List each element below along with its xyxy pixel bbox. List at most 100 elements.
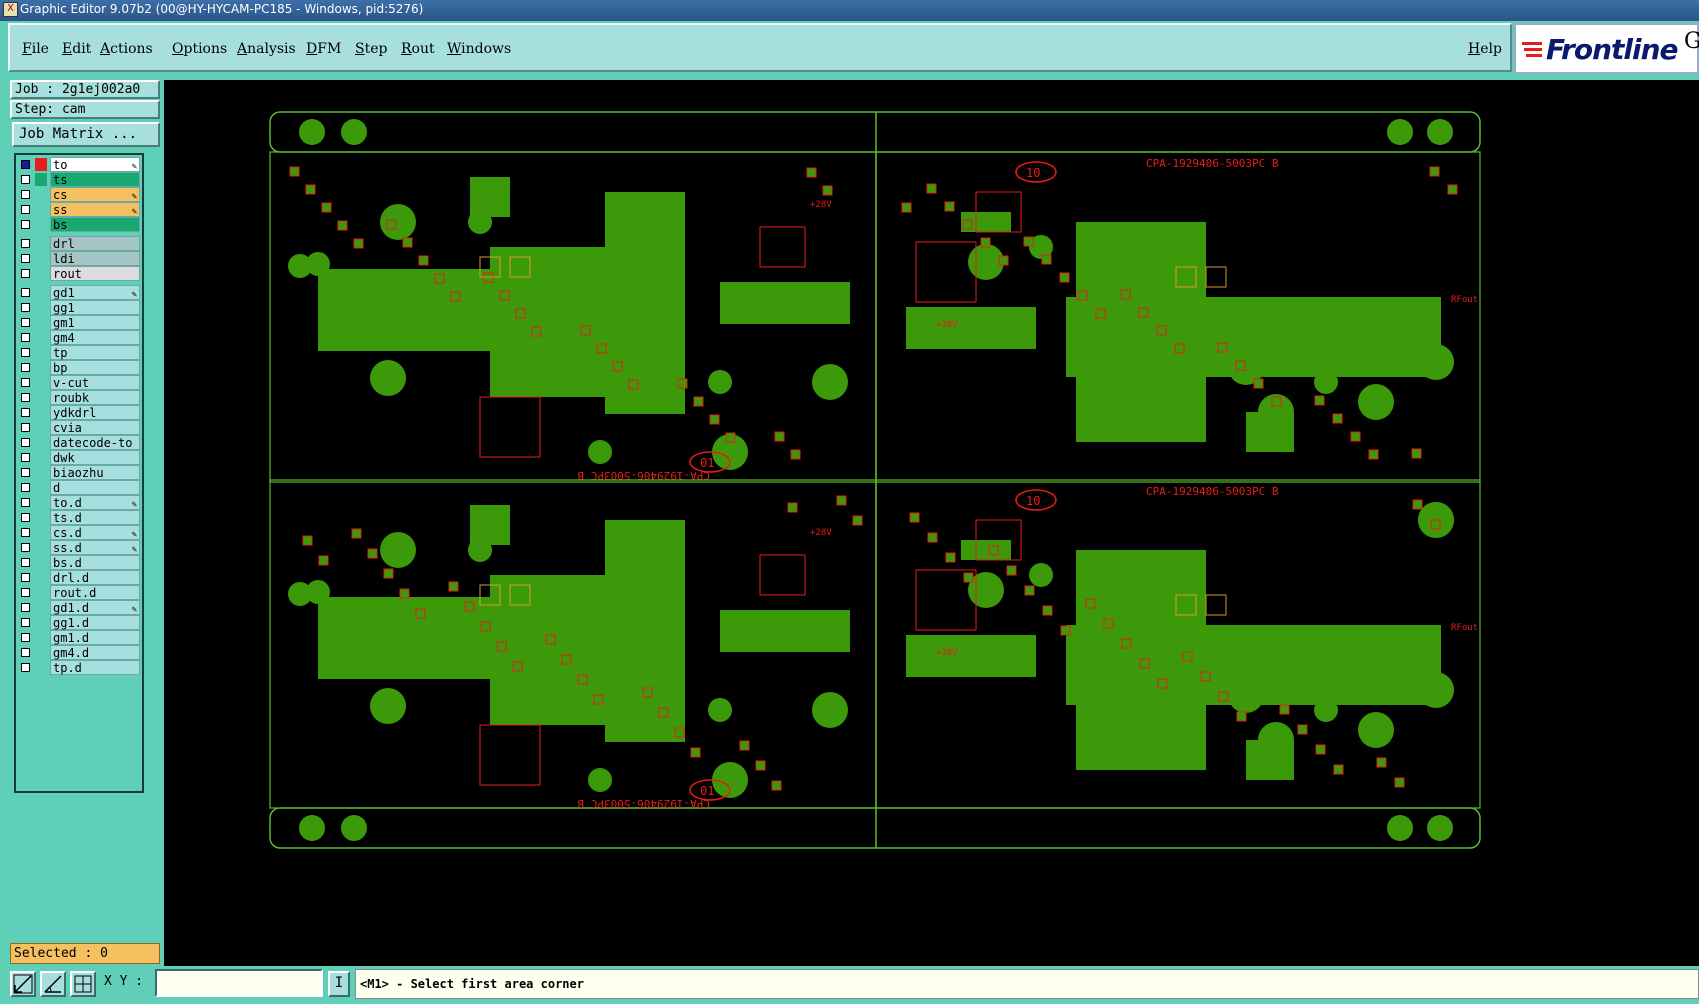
layer-name[interactable]: ts [50,172,140,187]
menu-dfm[interactable]: DFM [306,41,341,57]
layer-name[interactable]: gg1 [50,300,140,315]
layer-color-swatch[interactable] [35,173,47,186]
layer-checkbox[interactable] [21,498,30,507]
layer-checkbox[interactable] [21,648,30,657]
menu-file[interactable]: File [22,41,49,57]
menu-edit[interactable]: Edit [62,41,91,57]
layer-name[interactable]: tp.d [50,660,140,675]
layer-row[interactable]: to.d ✎ [18,495,140,510]
layer-row[interactable]: roubk [18,390,140,405]
layer-name[interactable]: tp [50,345,140,360]
job-matrix-button[interactable]: Job Matrix ... [12,122,160,147]
layer-name[interactable]: gd1.d ✎ [50,600,140,615]
layer-checkbox[interactable] [21,239,30,248]
layer-name[interactable]: biaozhu [50,465,140,480]
layer-name[interactable]: bs [50,217,140,232]
layer-row[interactable]: bp [18,360,140,375]
layer-row[interactable]: tp.d [18,660,140,675]
menu-analysis[interactable]: Analysis [237,41,296,57]
layer-row[interactable]: d [18,480,140,495]
layer-checkbox[interactable] [21,543,30,552]
layer-row[interactable]: gd1 ✎ [18,285,140,300]
layer-row[interactable]: gg1.d [18,615,140,630]
layer-name[interactable]: bs.d [50,555,140,570]
layer-checkbox[interactable] [21,573,30,582]
layer-row[interactable]: rout.d [18,585,140,600]
layer-row[interactable]: gm4.d [18,645,140,660]
menu-help[interactable]: Help [1468,41,1502,57]
layer-name[interactable]: gd1 ✎ [50,285,140,300]
layer-row[interactable]: gm1 [18,315,140,330]
layer-checkbox[interactable] [21,333,30,342]
menu-step[interactable]: Step [355,41,387,57]
layer-row[interactable]: datecode-to [18,435,140,450]
layer-name[interactable]: to ✎ [50,157,140,172]
layer-row[interactable]: cvia [18,420,140,435]
layer-checkbox[interactable] [21,588,30,597]
graphic-canvas[interactable]: CPA-1929406-5003PC B +28V 01 CPA-1929406-50… [164,80,1699,966]
layer-row[interactable]: gg1 [18,300,140,315]
layer-checkbox[interactable] [21,303,30,312]
layer-row[interactable]: cs ✎ [18,187,140,202]
layer-checkbox[interactable] [21,393,30,402]
layer-name[interactable]: gm1.d [50,630,140,645]
layer-name[interactable]: gm1 [50,315,140,330]
layer-name[interactable]: drl [50,236,140,251]
layer-checkbox[interactable] [21,160,30,169]
layer-checkbox[interactable] [21,205,30,214]
layer-row[interactable]: gm4 [18,330,140,345]
layer-checkbox[interactable] [21,269,30,278]
layer-row[interactable]: ydkdrl [18,405,140,420]
layer-name[interactable]: ydkdrl [50,405,140,420]
layer-name[interactable]: cvia [50,420,140,435]
layer-checkbox[interactable] [21,288,30,297]
layer-row[interactable]: ldi [18,251,140,266]
layer-checkbox[interactable] [21,190,30,199]
layer-checkbox[interactable] [21,513,30,522]
zoom-fit-icon[interactable] [10,971,36,997]
layer-row[interactable]: biaozhu [18,465,140,480]
layer-name[interactable]: rout.d [50,585,140,600]
grid-icon[interactable] [70,971,96,997]
layer-checkbox[interactable] [21,558,30,567]
layer-checkbox[interactable] [21,663,30,672]
layer-row[interactable]: bs [18,217,140,232]
layer-checkbox[interactable] [21,633,30,642]
layer-checkbox[interactable] [21,423,30,432]
xy-mode-button[interactable]: I [328,971,350,997]
layer-checkbox[interactable] [21,318,30,327]
layer-checkbox[interactable] [21,528,30,537]
menu-options[interactable]: Options [172,41,227,57]
app-icon[interactable]: X [3,2,18,17]
layer-name[interactable]: datecode-to [50,435,140,450]
layer-name[interactable]: to.d ✎ [50,495,140,510]
layer-checkbox[interactable] [21,468,30,477]
layer-name[interactable]: gm4.d [50,645,140,660]
layer-checkbox[interactable] [21,348,30,357]
layer-row[interactable]: to ✎ [18,157,140,172]
layer-row[interactable]: v-cut [18,375,140,390]
measure-icon[interactable] [40,971,66,997]
layer-checkbox[interactable] [21,603,30,612]
layer-row[interactable]: ss.d ✎ [18,540,140,555]
layer-name[interactable]: ldi [50,251,140,266]
layer-color-swatch[interactable] [35,158,47,171]
layer-row[interactable]: ss ✎ [18,202,140,217]
layer-row[interactable]: tp [18,345,140,360]
layer-name[interactable]: v-cut [50,375,140,390]
layer-row[interactable]: cs.d ✎ [18,525,140,540]
layer-checkbox[interactable] [21,438,30,447]
layer-row[interactable]: drl [18,236,140,251]
layer-checkbox[interactable] [21,175,30,184]
xy-input[interactable] [155,969,323,997]
layer-row[interactable]: drl.d [18,570,140,585]
layer-name[interactable]: roubk [50,390,140,405]
layer-name[interactable]: ss ✎ [50,202,140,217]
layer-name[interactable]: dwk [50,450,140,465]
layer-name[interactable]: bp [50,360,140,375]
layer-checkbox[interactable] [21,378,30,387]
layer-name[interactable]: d [50,480,140,495]
layer-checkbox[interactable] [21,254,30,263]
layer-row[interactable]: gd1.d ✎ [18,600,140,615]
layer-checkbox[interactable] [21,483,30,492]
